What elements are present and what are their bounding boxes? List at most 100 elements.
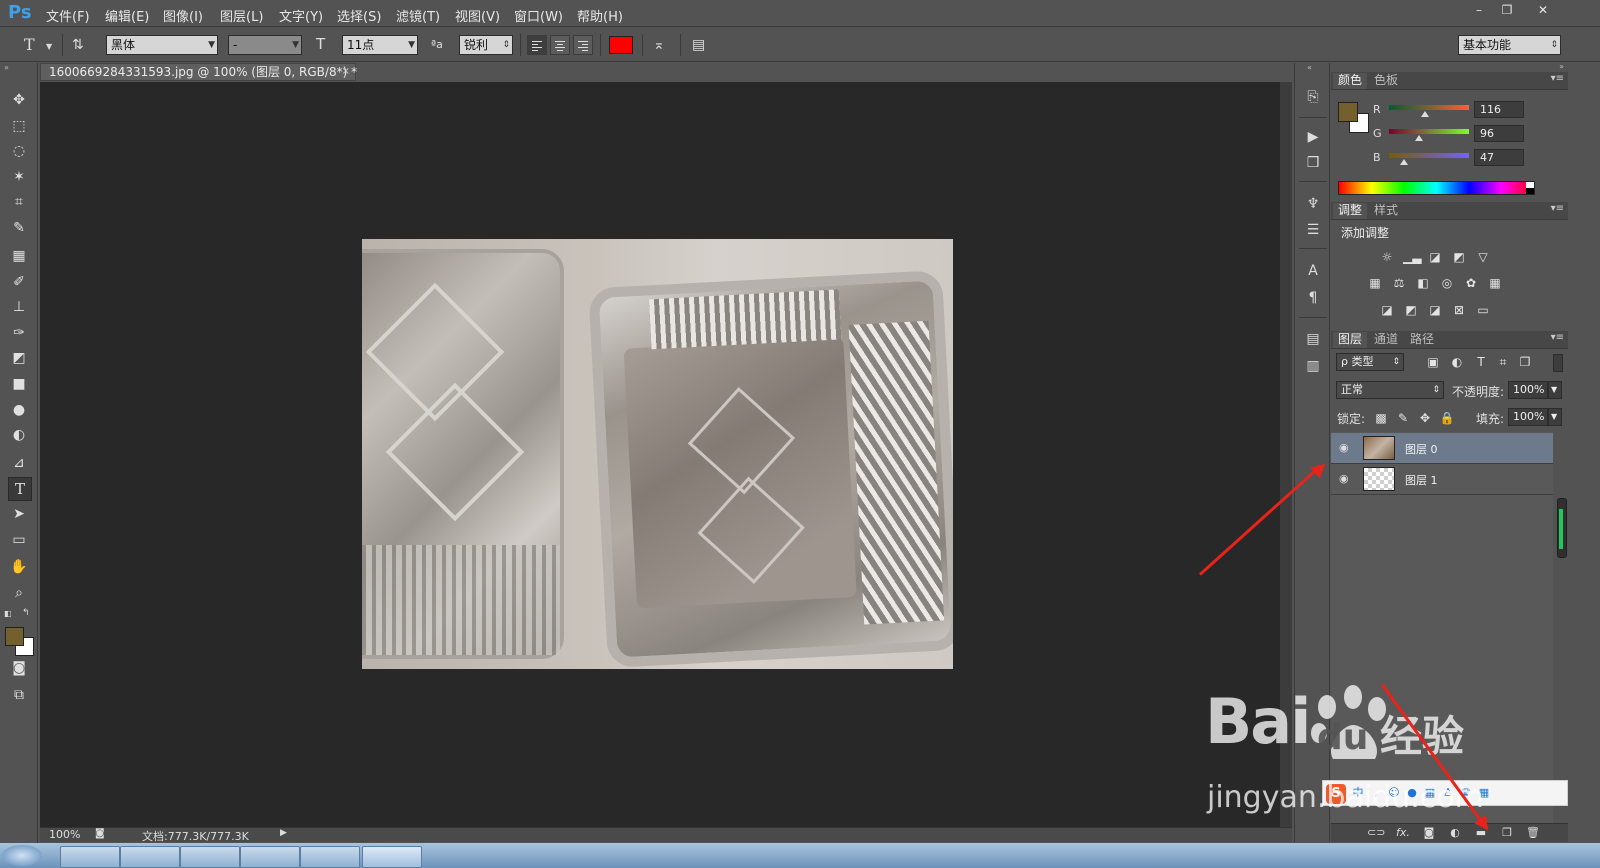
tab-swatches[interactable]: 色板 [1369,73,1403,89]
filter-shape-icon[interactable]: ⌗ [1495,354,1511,370]
filter-pixel-icon[interactable]: ▣ [1425,354,1441,370]
close-icon[interactable]: × [342,64,350,80]
new-adjustment-icon[interactable]: ◐ [1447,826,1463,840]
green-slider[interactable] [1389,129,1469,134]
3d-panel-icon[interactable]: ❒ [1303,153,1323,173]
filter-smart-object-icon[interactable]: ❐ [1517,354,1533,370]
dodge-tool-icon[interactable]: ◐ [8,424,30,446]
magic-wand-icon[interactable]: ✶ [8,166,30,188]
menu-edit[interactable]: 编辑(E) [105,6,149,25]
gradient-map-icon[interactable]: ▭ [1475,302,1491,318]
brush-tool-icon[interactable]: ✐ [8,271,30,293]
path-selection-icon[interactable]: ➤ [8,503,30,525]
vibrance-icon[interactable]: ▽ [1475,249,1491,265]
trash-icon[interactable]: 🗑 [1525,826,1541,840]
hue-saturation-icon[interactable]: ▦ [1367,275,1383,291]
color-balance-icon[interactable]: ⚖ [1391,275,1407,291]
antialias-select[interactable]: 锐利 ⇕ [459,35,513,55]
brush-presets-icon[interactable]: ♆ [1303,194,1323,214]
stamp-tool-icon[interactable]: ⊥ [8,296,30,318]
fx-icon[interactable]: fx. [1395,826,1411,840]
selective-color-icon[interactable]: ⊠ [1451,302,1467,318]
green-value-input[interactable]: 96 [1474,125,1524,142]
taskbar-app-photoshop[interactable] [362,846,422,868]
red-value-input[interactable]: 116 [1474,101,1524,118]
channel-mixer-icon[interactable]: ✿ [1463,275,1479,291]
font-style-select[interactable]: - ▼ [228,35,302,55]
pen-tool-icon[interactable]: ⊿ [8,452,30,474]
red-slider-thumb[interactable] [1421,111,1430,117]
character-panel-icon[interactable]: A [1303,261,1323,281]
start-button[interactable] [2,845,42,866]
layer-row-1[interactable]: ◉ 图层 1 [1331,464,1553,495]
restore-button[interactable]: ❐ [1494,2,1520,18]
blue-slider[interactable] [1389,153,1469,158]
font-size-select[interactable]: 11点 ▼ [342,35,418,55]
taskbar-app[interactable] [240,846,300,868]
crop-tool-icon[interactable]: ⌗ [8,191,30,213]
blend-mode-select[interactable]: 正常 ⇕ [1336,381,1444,399]
menu-view[interactable]: 视图(V) [455,6,500,25]
layer-row-0[interactable]: ◉ 图层 0 [1331,433,1553,464]
fill-dropdown-icon[interactable]: ▼ [1548,408,1562,426]
tab-styles[interactable]: 样式 [1369,203,1403,219]
move-tool-icon[interactable]: ✥ [8,89,30,111]
minimize-button[interactable]: – [1466,2,1492,18]
black-white-icon[interactable]: ◧ [1415,275,1431,291]
panel-menu-icon[interactable]: ▾≡ [1551,73,1564,84]
brightness-icon[interactable]: ☼ [1379,249,1395,265]
shape-tool-icon[interactable]: ▭ [8,529,30,551]
brush-settings-icon[interactable]: ☰ [1303,220,1323,240]
marquee-tool-icon[interactable]: ⬚ [8,115,30,137]
character-panel-icon[interactable]: ▤ [692,37,705,53]
layers-scrollbar[interactable] [1557,498,1567,558]
foreground-color-swatch[interactable] [5,627,24,646]
play-icon[interactable]: ▶ [280,828,287,838]
type-tool-preset-icon[interactable]: T [24,35,35,54]
align-center-button[interactable] [550,35,570,55]
taskbar-app[interactable] [60,846,120,868]
blue-value-input[interactable]: 47 [1474,149,1524,166]
panel-menu-icon[interactable]: ▾≡ [1551,332,1564,343]
screen-mode-icon[interactable]: ⧉ [8,684,30,706]
align-right-button[interactable] [573,35,593,55]
panel-menu-icon[interactable]: ▾≡ [1551,203,1564,214]
lasso-tool-icon[interactable]: ◌ [8,140,30,162]
posterize-icon[interactable]: ◩ [1403,302,1419,318]
collapse-panels-icon[interactable]: » [1559,62,1564,71]
eraser-tool-icon[interactable]: ◩ [8,347,30,369]
filter-type-icon[interactable]: T [1473,354,1489,370]
menu-layer[interactable]: 图层(L) [220,6,263,25]
color-spectrum-bar[interactable] [1338,181,1535,195]
blur-tool-icon[interactable]: ● [8,399,30,421]
tab-adjustments[interactable]: 调整 [1333,203,1368,219]
document-image[interactable] [362,239,953,669]
color-foreground-swatch[interactable] [1338,102,1358,122]
text-color-swatch[interactable] [609,36,633,54]
color-lookup-icon[interactable]: ▦ [1487,275,1503,291]
link-layers-icon[interactable]: ⊂⊃ [1367,826,1385,840]
taskbar-app[interactable] [180,846,240,868]
font-family-select[interactable]: 黑体 ▼ [106,35,218,55]
lock-transparent-icon[interactable]: ▩ [1373,410,1389,426]
document-tab[interactable]: 1600669284331593.jpg @ 100% (图层 0, RGB/8… [40,63,357,81]
green-slider-thumb[interactable] [1415,135,1424,141]
type-tool-icon[interactable]: T [8,477,32,501]
opacity-dropdown-icon[interactable]: ▼ [1548,381,1562,399]
red-slider[interactable] [1389,105,1469,110]
status-menu-icon[interactable]: ◙ [95,828,105,839]
zoom-tool-icon[interactable]: ⌕ [8,582,30,604]
collapse-icon[interactable]: » [4,63,9,72]
history-brush-icon[interactable]: ✑ [8,322,30,344]
actions-panel-icon[interactable]: ▶ [1303,127,1323,147]
tab-paths[interactable]: 路径 [1405,332,1439,348]
opacity-input[interactable]: 100% [1508,381,1548,399]
expand-icon[interactable]: « [1307,63,1312,72]
properties-panel-icon[interactable]: ▤ [1303,329,1323,349]
threshold-icon[interactable]: ◪ [1427,302,1443,318]
taskbar-app[interactable] [120,846,180,868]
lock-position-icon[interactable]: ✥ [1417,410,1433,426]
close-window-button[interactable]: ✕ [1530,2,1556,18]
filter-toggle[interactable] [1553,354,1563,372]
tab-color[interactable]: 颜色 [1333,73,1368,89]
